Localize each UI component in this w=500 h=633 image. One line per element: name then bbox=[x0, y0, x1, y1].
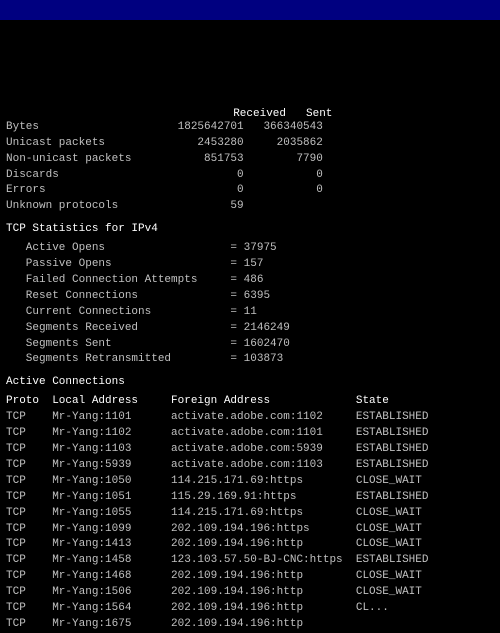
conn-col-headers: Proto Local Address Foreign Address Stat… bbox=[6, 394, 494, 410]
tcp-stats-header: TCP Statistics for IPv4 bbox=[6, 221, 494, 239]
conn-row: TCP Mr-Yang:5939 activate.adobe.com:1103… bbox=[6, 458, 494, 474]
conn-row: TCP Mr-Yang:1102 activate.adobe.com:1101… bbox=[6, 426, 494, 442]
stat-row: Non-unicast packets 851753 7790 bbox=[6, 152, 494, 168]
conn-row: TCP Mr-Yang:1468 202.109.194.196:http CL… bbox=[6, 569, 494, 585]
conn-row: TCP Mr-Yang:1103 activate.adobe.com:5939… bbox=[6, 442, 494, 458]
conn-row: TCP Mr-Yang:1099 202.109.194.196:https C… bbox=[6, 522, 494, 538]
tcp-stat-row: Segments Retransmitted = 103873 bbox=[6, 352, 494, 368]
tcp-stat-row: Passive Opens = 157 bbox=[6, 257, 494, 273]
col-sent: Sent bbox=[306, 108, 336, 120]
conn-row: TCP Mr-Yang:1564 202.109.194.196:http CL… bbox=[6, 601, 494, 617]
conn-row: TCP Mr-Yang:1101 activate.adobe.com:1102… bbox=[6, 410, 494, 426]
col-received: Received bbox=[186, 108, 306, 120]
tcp-stat-row: Current Connections = 11 bbox=[6, 305, 494, 321]
conn-row: TCP Mr-Yang:1675 202.109.194.196:http bbox=[6, 617, 494, 633]
conn-row: TCP Mr-Yang:1413 202.109.194.196:http CL… bbox=[6, 537, 494, 553]
dynamic-content: Bytes 1825642701 366340543Unicast packet… bbox=[0, 120, 500, 633]
stat-row: Unicast packets 2453280 2035862 bbox=[6, 136, 494, 152]
conn-row: TCP Mr-Yang:1055 114.215.171.69:https CL… bbox=[6, 506, 494, 522]
stat-row: Errors 0 0 bbox=[6, 183, 494, 199]
stat-row: Discards 0 0 bbox=[6, 168, 494, 184]
interface-stats-table: Received Sent bbox=[0, 108, 500, 120]
tcp-stat-row: Segments Received = 2146249 bbox=[6, 321, 494, 337]
title-bar bbox=[0, 0, 500, 20]
interface-stats-data: Received Sent bbox=[6, 108, 336, 120]
stat-row: Unknown protocols 59 bbox=[6, 199, 494, 215]
conn-row: TCP Mr-Yang:1506 202.109.194.196:http CL… bbox=[6, 585, 494, 601]
tcp-stat-row: Failed Connection Attempts = 486 bbox=[6, 273, 494, 289]
active-conn-header: Active Connections bbox=[6, 374, 494, 392]
conn-row: TCP Mr-Yang:1051 115.29.169.91:https EST… bbox=[6, 490, 494, 506]
conn-row: TCP Mr-Yang:1050 114.215.171.69:https CL… bbox=[6, 474, 494, 490]
console-output bbox=[0, 20, 500, 108]
tcp-stat-row: Segments Sent = 1602470 bbox=[6, 337, 494, 353]
stat-row: Bytes 1825642701 366340543 bbox=[6, 120, 494, 136]
tcp-stat-row: Reset Connections = 6395 bbox=[6, 289, 494, 305]
conn-row: TCP Mr-Yang:1458 123.103.57.50-BJ-CNC:ht… bbox=[6, 553, 494, 569]
tcp-stat-row: Active Opens = 37975 bbox=[6, 241, 494, 257]
